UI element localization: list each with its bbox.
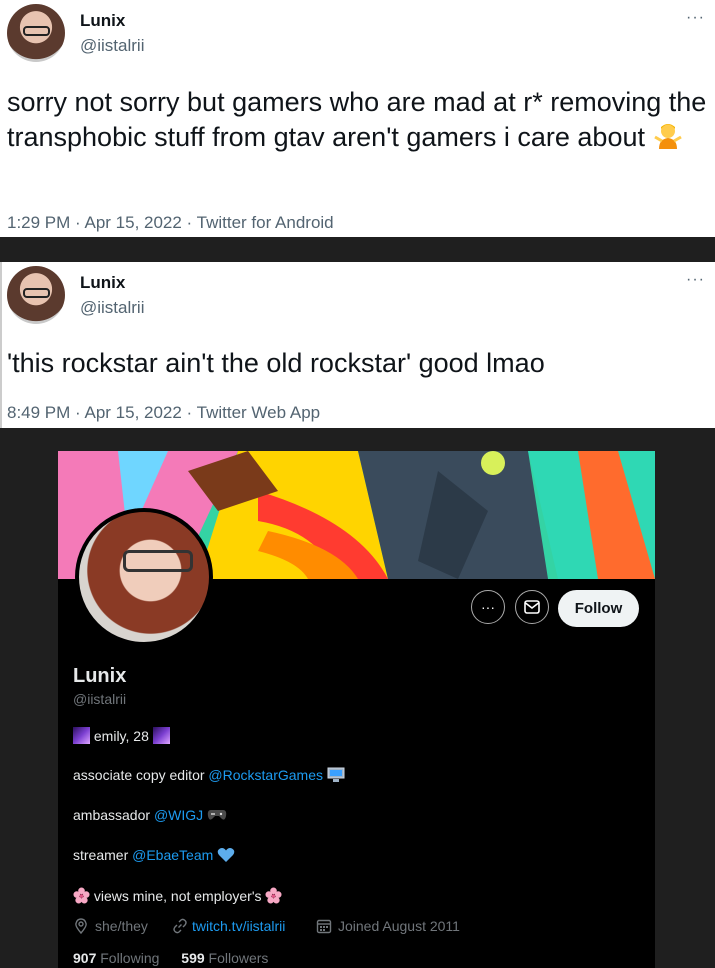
cherry-blossom-icon: [265, 887, 282, 904]
milky-way-icon: [73, 727, 90, 744]
website-link[interactable]: twitch.tv/iistalrii: [192, 918, 285, 934]
tweet-timestamp[interactable]: 8:49 PM · Apr 15, 2022 · Twitter Web App: [7, 403, 320, 423]
bio-text: streamer: [73, 847, 133, 863]
author-name[interactable]: Lunix: [80, 273, 125, 293]
tweet-card: Lunix @iistalrii ··· 'this rockstar ain'…: [0, 262, 715, 428]
person-gesturing-no-emoji: [653, 124, 682, 149]
milky-way-icon: [152, 727, 170, 744]
more-icon[interactable]: ···: [686, 9, 705, 27]
tweet-timestamp[interactable]: 1:29 PM · Apr 15, 2022 · Twitter for And…: [7, 213, 334, 233]
bio-text: views mine, not employer's: [93, 888, 262, 904]
more-icon[interactable]: ···: [686, 271, 705, 289]
bio-line: streamer @EbaeTeam: [73, 847, 235, 863]
following-count: 907: [73, 950, 97, 966]
tweet-text: 'this rockstar ain't the old rockstar' g…: [7, 348, 545, 378]
bio-line: ambassador @WIGJ: [73, 807, 227, 823]
location-icon: [75, 918, 87, 934]
bio-text: associate copy editor: [73, 767, 209, 783]
tweet-text: sorry not sorry but gamers who are mad a…: [7, 85, 707, 155]
bio-line: associate copy editor @RockstarGames: [73, 767, 345, 783]
mention-link[interactable]: @WIGJ: [154, 807, 203, 823]
calendar-icon: [316, 919, 332, 934]
tweet-card: Lunix @iistalrii ··· sorry not sorry but…: [0, 0, 715, 237]
game-controller-icon: [207, 810, 227, 820]
bio-line: emily, 28: [73, 727, 170, 744]
computer-icon: [327, 767, 345, 782]
author-handle[interactable]: @iistalrii: [80, 298, 144, 318]
follow-counts: 907 Following 599 Followers: [73, 950, 268, 966]
link-icon: [173, 918, 187, 934]
joined-text: Joined August 2011: [338, 918, 460, 934]
joined-meta: Joined August 2011: [316, 918, 460, 934]
followers-count: 599: [181, 950, 205, 966]
mention-link[interactable]: @EbaeTeam: [132, 847, 213, 863]
following-link[interactable]: 907 Following: [73, 950, 159, 966]
following-label: Following: [100, 950, 160, 966]
profile-name: Lunix: [73, 665, 127, 687]
message-button[interactable]: [515, 590, 549, 624]
follow-button[interactable]: Follow: [558, 590, 639, 627]
avatar[interactable]: [7, 4, 65, 62]
author-handle[interactable]: @iistalrii: [80, 36, 144, 56]
website-meta: twitch.tv/iistalrii: [172, 918, 285, 934]
more-options-button[interactable]: ···: [471, 590, 505, 624]
more-icon: ···: [481, 599, 495, 615]
bio-text: emily, 28: [93, 728, 149, 744]
pronouns-meta: she/they: [73, 918, 148, 934]
tweet-text-body: sorry not sorry but gamers who are mad a…: [7, 87, 707, 152]
blue-heart-icon: [217, 848, 235, 862]
bio-text: ambassador: [73, 807, 154, 823]
profile-avatar[interactable]: [75, 508, 213, 646]
mention-link[interactable]: @RockstarGames: [208, 767, 323, 783]
followers-link[interactable]: 599 Followers: [181, 950, 268, 966]
followers-label: Followers: [208, 950, 269, 966]
avatar[interactable]: [7, 266, 65, 324]
bio-line: views mine, not employer's: [73, 887, 282, 904]
author-name[interactable]: Lunix: [80, 11, 125, 31]
mail-icon: [524, 600, 540, 614]
cherry-blossom-icon: [73, 887, 90, 904]
pronouns-text: she/they: [95, 918, 148, 934]
profile-handle: @iistalrii: [73, 691, 127, 707]
